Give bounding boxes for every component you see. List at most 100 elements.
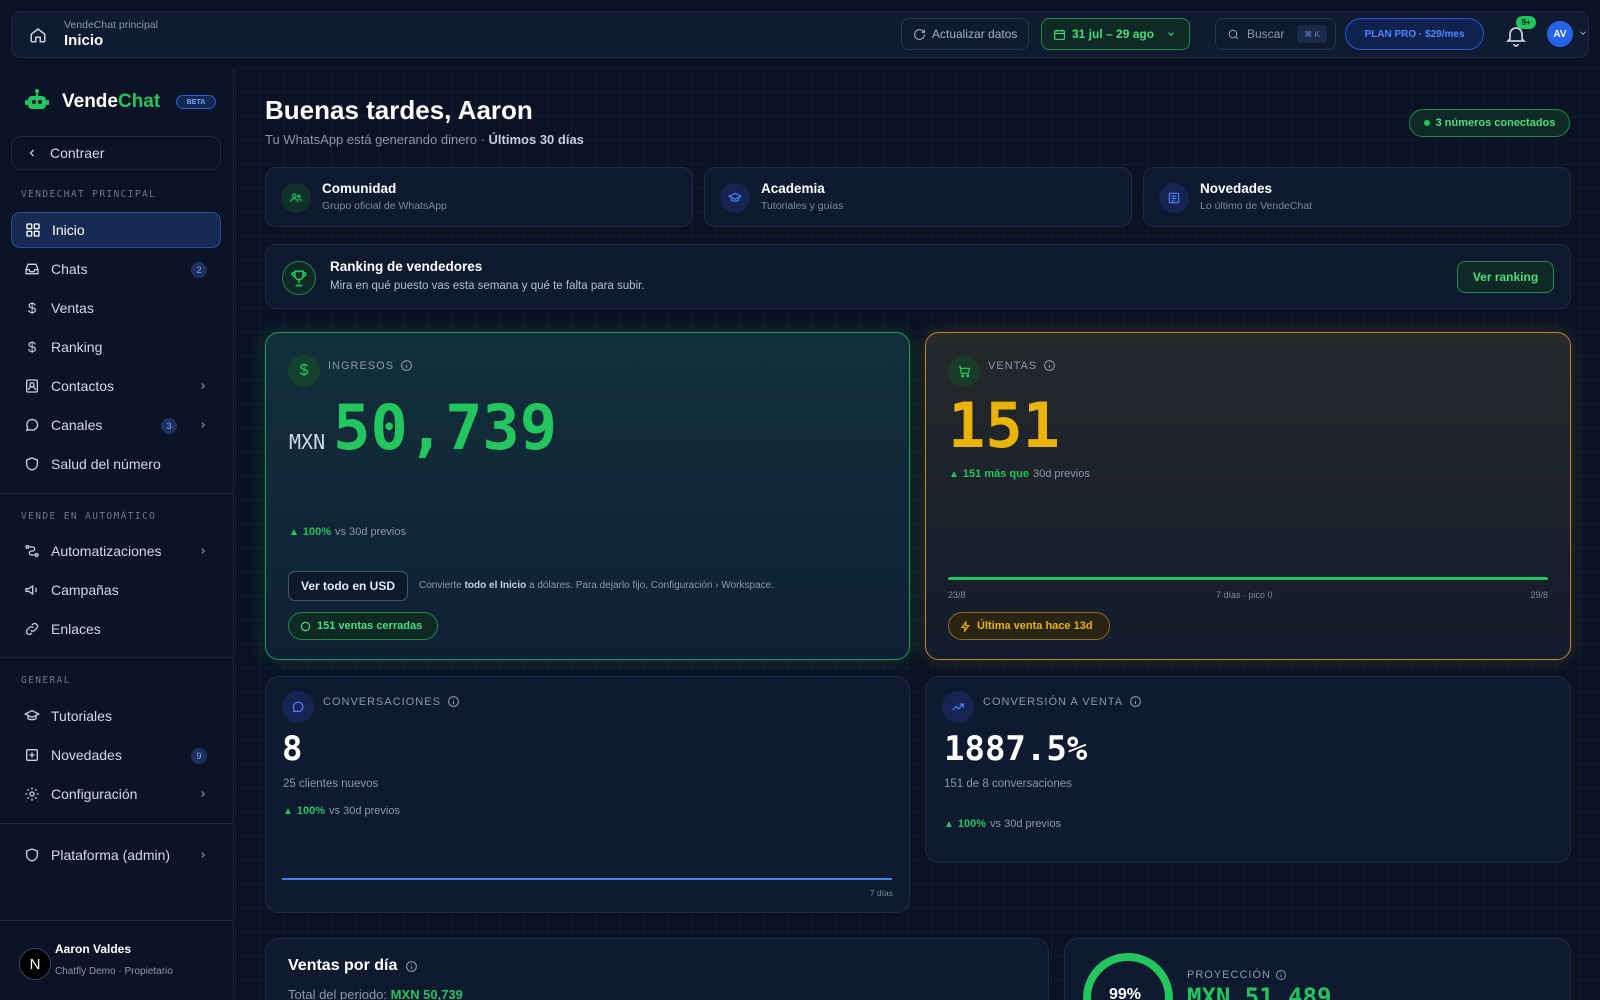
sidebar-item-ventas[interactable]: $ Ventas xyxy=(11,290,221,326)
graduation-cap-icon xyxy=(24,709,40,721)
sidebar-item-salud[interactable]: Salud del número xyxy=(11,446,221,482)
kpi-card-conversaciones: CONVERSACIONES 8 25 clientes nuevos ▲ 100… xyxy=(265,676,910,913)
usd-note-b: todo el Inicio xyxy=(464,580,527,591)
info-icon[interactable] xyxy=(447,695,460,708)
dollar-icon: $ xyxy=(288,355,320,387)
date-range-label: 31 jul – 29 ago xyxy=(1072,27,1155,41)
sidebar-item-enlaces[interactable]: Enlaces xyxy=(11,611,221,647)
collapse-sidebar-button[interactable]: Contraer xyxy=(11,136,221,170)
chevron-left-icon xyxy=(29,149,34,157)
sidebar-item-canales[interactable]: Canales 3 xyxy=(11,407,221,443)
sidebar-item-novedades[interactable]: Novedades 9 xyxy=(11,737,221,773)
total-label: Total del periodo: xyxy=(288,987,391,1000)
view-in-usd-button[interactable]: Ver todo en USD xyxy=(288,571,408,601)
collapse-label: Contraer xyxy=(50,145,105,161)
quick-link-subtitle: Lo último de VendeChat xyxy=(1200,200,1313,212)
delta-value: 151 más que xyxy=(962,468,1029,480)
contact-card-icon xyxy=(26,379,38,393)
card-title: Ventas por día xyxy=(288,957,418,975)
robot-logo-icon xyxy=(25,89,49,109)
quick-link-comunidad[interactable]: Comunidad Grupo oficial de WhatsApp xyxy=(265,167,693,227)
shield-icon xyxy=(26,457,38,471)
brand-logo[interactable]: VendeChat xyxy=(62,91,160,113)
cart-icon xyxy=(948,355,980,387)
pill-label: 151 ventas cerradas xyxy=(317,620,423,632)
info-icon[interactable] xyxy=(400,359,413,372)
quick-link-novedades[interactable]: Novedades Lo último de VendeChat xyxy=(1143,167,1571,227)
connected-numbers-badge[interactable]: 3 números conectados xyxy=(1409,109,1570,137)
user-workspace: Chatfly Demo · Propietario xyxy=(55,966,173,977)
projection-label: PROYECCIÓN xyxy=(1187,969,1287,981)
kpi-label-text: INGRESOS xyxy=(328,359,395,372)
status-dot xyxy=(1423,120,1430,126)
sidebar-item-label: Tutoriales xyxy=(51,708,112,724)
connected-label: 3 números conectados xyxy=(1435,117,1556,129)
kpi-card-ventas: VENTAS 151 ▲ 151 más que 30d previos 23/8 … xyxy=(925,332,1571,660)
closed-sales-pill[interactable]: 151 ventas cerradas xyxy=(288,612,438,640)
brand-name-b: Chat xyxy=(117,91,161,112)
user-name[interactable]: Aaron Valdes xyxy=(55,942,131,956)
users-icon xyxy=(281,183,311,213)
avatar[interactable]: AV xyxy=(1547,21,1573,47)
sidebar-item-inicio[interactable]: Inicio xyxy=(11,212,221,248)
quick-link-academia[interactable]: Academia Tutoriales y guías xyxy=(704,167,1132,227)
delta-value: 100% xyxy=(957,818,987,830)
kpi-label: CONVERSIÓN A VENTA xyxy=(983,695,1142,708)
conversion-subtitle: 151 de 8 conversaciones xyxy=(944,778,1072,790)
kpi-delta: ▲ 100% vs 30d previos xyxy=(289,526,406,538)
sidebar-item-label: Ventas xyxy=(51,300,94,316)
info-icon[interactable] xyxy=(1129,695,1142,708)
check-circle-icon xyxy=(300,621,311,631)
sidebar-item-campanas[interactable]: Campañas xyxy=(11,572,221,608)
inbox-icon xyxy=(25,263,39,275)
quick-link-subtitle: Grupo oficial de WhatsApp xyxy=(322,200,447,212)
search-label: Buscar xyxy=(1247,27,1285,41)
date-range-picker[interactable]: 31 jul – 29 ago xyxy=(1041,18,1190,50)
search-icon xyxy=(1228,29,1239,39)
sidebar-divider xyxy=(0,920,234,921)
view-ranking-button[interactable]: Ver ranking xyxy=(1457,261,1554,293)
sidebar-item-label: Plataforma (admin) xyxy=(51,847,171,863)
delta-text: 30d previos xyxy=(1032,468,1090,480)
sidebar-item-label: Enlaces xyxy=(51,621,101,637)
sidebar-item-configuracion[interactable]: Configuración xyxy=(11,776,221,812)
sidebar-divider xyxy=(0,493,234,494)
chevron-right-icon xyxy=(201,791,205,797)
last-sale-pill[interactable]: Última venta hace 13d xyxy=(948,612,1110,640)
pill-label: Última venta hace 13d xyxy=(977,620,1093,632)
sidebar-item-chats[interactable]: Chats 2 xyxy=(11,251,221,287)
refresh-button[interactable]: Actualizar datos xyxy=(901,18,1029,50)
home-icon[interactable] xyxy=(29,26,47,44)
total-value: MXN 50,739 xyxy=(390,987,463,1000)
search-button[interactable]: Buscar ⌘ K xyxy=(1215,18,1336,50)
sales-per-day-card: Ventas por día Total del periodo: MXN 50… xyxy=(265,938,1049,1000)
canales-count-badge: 3 xyxy=(161,418,177,434)
delta-value: 100% xyxy=(302,526,332,538)
chevron-right-icon xyxy=(201,383,205,389)
chevron-down-icon[interactable] xyxy=(1578,28,1588,38)
grid-icon xyxy=(26,223,40,237)
ranking-subtitle: Mira en qué puesto vas esta semana y qué… xyxy=(330,280,645,292)
sidebar-item-label: Chats xyxy=(51,261,88,277)
sidebar-item-automatizaciones[interactable]: Automatizaciones xyxy=(11,533,221,569)
sidebar-item-contactos[interactable]: Contactos xyxy=(11,368,221,404)
sidebar-section-general: GENERAL xyxy=(21,675,71,686)
sidebar-item-tutoriales[interactable]: Tutoriales xyxy=(11,698,221,734)
sidebar-item-label: Novedades xyxy=(51,747,122,763)
chat-bubble-icon xyxy=(282,691,314,723)
notification-count: 9+ xyxy=(1516,16,1536,29)
sidebar-item-label: Contactos xyxy=(51,378,115,394)
info-icon[interactable] xyxy=(1043,359,1056,372)
link-icon xyxy=(25,622,39,636)
info-icon[interactable] xyxy=(1275,969,1287,981)
sidebar-item-ranking[interactable]: $ Ranking xyxy=(11,329,221,365)
delta-text: vs 30d previos xyxy=(329,805,400,817)
user-avatar[interactable]: N xyxy=(19,948,51,980)
sidebar-item-label: Salud del número xyxy=(51,456,161,472)
sidebar-divider xyxy=(0,657,234,658)
sidebar-item-plataforma-admin[interactable]: Plataforma (admin) xyxy=(11,837,221,873)
plan-badge[interactable]: PLAN PRO · $29/mes xyxy=(1345,18,1484,50)
info-icon[interactable] xyxy=(405,960,418,973)
sidebar-item-label: Campañas xyxy=(51,582,119,598)
axis-mid-label: 7 días · pico 0 xyxy=(1216,590,1273,600)
